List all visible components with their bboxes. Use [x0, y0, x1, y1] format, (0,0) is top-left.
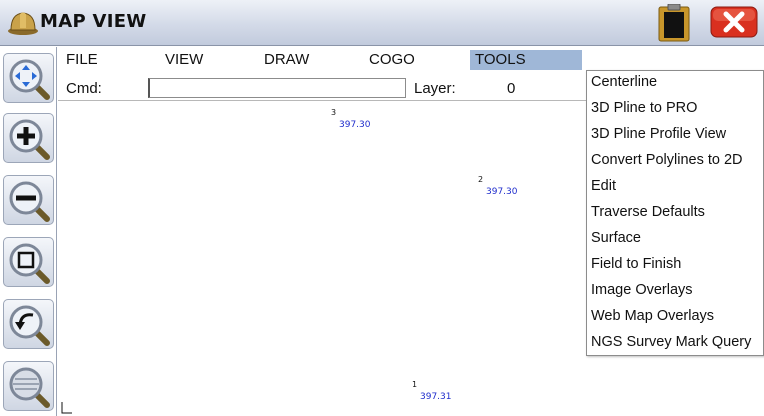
tools-dropdown-menu: Centerline 3D Pline to PRO 3D Pline Prof… [586, 70, 764, 356]
point-number: 1 [412, 380, 418, 389]
zoom-toolbar [0, 47, 57, 416]
point-elevation: 397.30 [339, 120, 371, 130]
menu-draw[interactable]: DRAW [264, 51, 309, 68]
cmd-label: Cmd: [66, 80, 102, 97]
layer-field[interactable]: 0 [507, 80, 515, 97]
zoom-extents-icon [9, 367, 50, 408]
zoom-pan-icon [9, 59, 50, 100]
zoom-extents-button[interactable] [3, 361, 54, 411]
clipboard-icon[interactable] [656, 4, 692, 42]
hard-hat-icon [8, 12, 38, 35]
menu-item-convert-polylines-2d[interactable]: Convert Polylines to 2D [591, 152, 743, 168]
zoom-pan-button[interactable] [3, 53, 54, 103]
menu-item-3d-pline-to-pro[interactable]: 3D Pline to PRO [591, 100, 697, 116]
menu-item-edit[interactable]: Edit [591, 178, 616, 194]
point-number: 3 [331, 108, 337, 117]
menu-item-image-overlays[interactable]: Image Overlays [591, 282, 693, 298]
menu-view[interactable]: VIEW [165, 51, 203, 68]
ucs-axis-icon [61, 402, 72, 414]
zoom-out-icon [9, 181, 50, 222]
zoom-window-icon [9, 243, 50, 284]
layer-label: Layer: [414, 80, 456, 97]
menu-item-ngs-survey-mark-query[interactable]: NGS Survey Mark Query [591, 334, 751, 350]
menu-file[interactable]: FILE [66, 51, 98, 68]
zoom-out-button[interactable] [3, 175, 54, 225]
menu-tools[interactable]: TOOLS [470, 50, 582, 70]
zoom-in-icon [9, 119, 50, 160]
zoom-previous-button[interactable] [3, 299, 54, 349]
menu-item-centerline[interactable]: Centerline [591, 74, 657, 90]
menu-item-3d-pline-profile-view[interactable]: 3D Pline Profile View [591, 126, 726, 142]
zoom-previous-icon [9, 305, 50, 346]
menu-item-surface[interactable]: Surface [591, 230, 641, 246]
title-bar: MAP VIEW [0, 0, 764, 46]
zoom-in-button[interactable] [3, 113, 54, 163]
point-number: 2 [478, 175, 484, 184]
menu-item-traverse-defaults[interactable]: Traverse Defaults [591, 204, 705, 220]
close-button[interactable] [710, 6, 758, 38]
menu-item-web-map-overlays[interactable]: Web Map Overlays [591, 308, 714, 324]
menu-bar: FILE VIEW DRAW COGO TOOLS [58, 49, 764, 71]
point-elevation: 397.31 [420, 392, 452, 402]
command-input[interactable] [148, 78, 406, 98]
menu-item-field-to-finish[interactable]: Field to Finish [591, 256, 681, 272]
window-title: MAP VIEW [40, 11, 147, 32]
point-elevation: 397.30 [486, 187, 518, 197]
zoom-window-button[interactable] [3, 237, 54, 287]
menu-cogo[interactable]: COGO [369, 51, 415, 68]
